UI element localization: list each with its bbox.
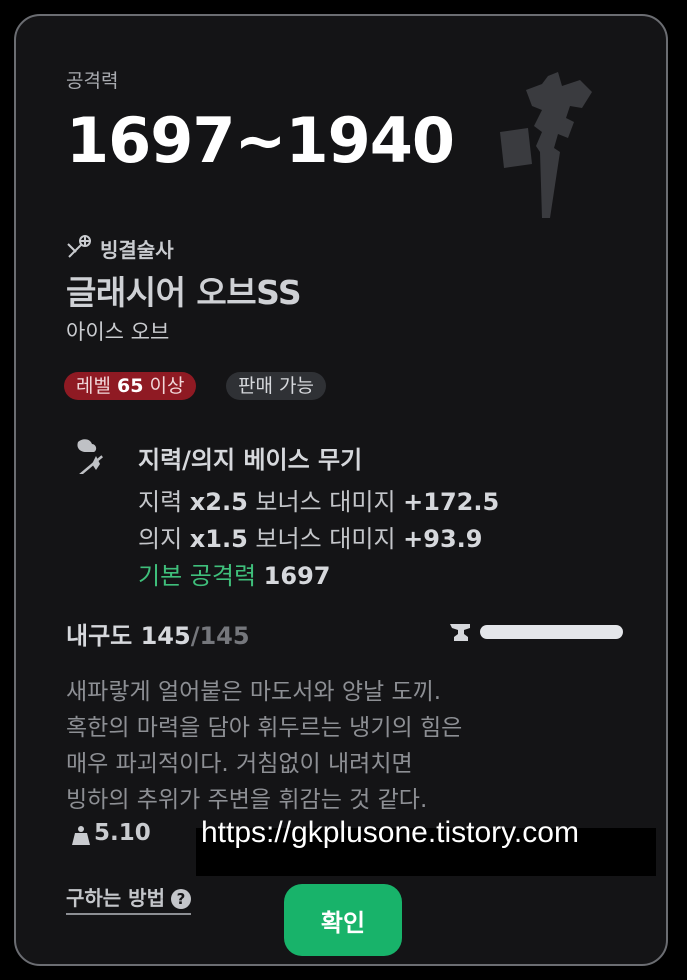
attack-value: 1697~1940 [66,104,455,177]
int-multiplier: x2.5 [189,488,248,516]
anvil-icon [450,624,470,641]
will-label: 의지 [138,525,190,553]
question-circle-icon[interactable]: ? [170,889,191,909]
int-label: 지력 [138,488,190,516]
stat-title: 지력/의지 베이스 무기 [138,446,363,474]
will-multiplier: x1.5 [189,525,248,553]
base-attack-value: 1697 [263,562,331,590]
how-to-obtain-label: 구하는 방법 [66,886,165,910]
will-mid: 보너스 대미지 [247,525,404,553]
level-suffix: 이상 [143,375,185,397]
int-bonus-value: +172.5 [403,488,500,516]
level-value: 65 [117,375,144,397]
description-line: 새파랗게 얼어붙은 마도서와 양날 도끼. [66,679,442,705]
durability-current: 145 [140,622,191,650]
base-attack-label: 기본 공격력 [138,562,264,590]
durability-label: 내구도 145/145 [66,616,250,651]
weight-icon [72,826,90,845]
how-to-obtain-link[interactable]: 구하는 방법? [66,882,191,915]
will-bonus-line: 의지 x1.5 보너스 대미지 +93.9 [138,519,483,554]
watermark-url: https://gkplusone.tistory.com [201,816,579,849]
description-line: 혹한의 마력을 담아 휘두르는 냉기의 힘은 [66,715,463,741]
crossed-staff-snowflake-icon [67,235,91,258]
intelligence-will-icon [75,439,103,474]
level-requirement-badge: 레벨 65 이상 [64,372,197,400]
int-bonus-line: 지력 x2.5 보너스 대미지 +172.5 [138,482,499,517]
int-mid: 보너스 대미지 [247,488,404,516]
attack-label: 공격력 [66,70,119,92]
confirm-button[interactable]: 확인 [284,884,402,956]
item-name: 글래시어 오브SS [66,273,302,312]
weight-value: 5.10 [94,820,151,846]
durability-max: /145 [190,622,250,650]
durability-bar [480,625,623,639]
item-description: 새파랗게 얼어붙은 마도서와 양날 도끼. 혹한의 마력을 담아 휘두르는 냉기… [66,674,536,818]
will-bonus-value: +93.9 [403,525,483,553]
item-tooltip-card: 공격력 1697~1940 빙결술사 글래시어 오브SS 아이스 오브 레벨 6… [14,14,668,966]
ice-axe-weapon-icon [500,72,592,218]
job-name: 빙결술사 [100,238,174,262]
base-attack-line: 기본 공격력 1697 [138,556,330,591]
durability-text: 내구도 [66,622,141,650]
item-type: 아이스 오브 [66,320,170,344]
description-line: 매우 파괴적이다. 거침없이 내려치면 [66,751,413,777]
description-line: 빙하의 추위가 주변을 휘감는 것 같다. [66,787,428,813]
sellable-badge: 판매 가능 [226,372,326,400]
level-prefix: 레벨 [76,375,117,397]
